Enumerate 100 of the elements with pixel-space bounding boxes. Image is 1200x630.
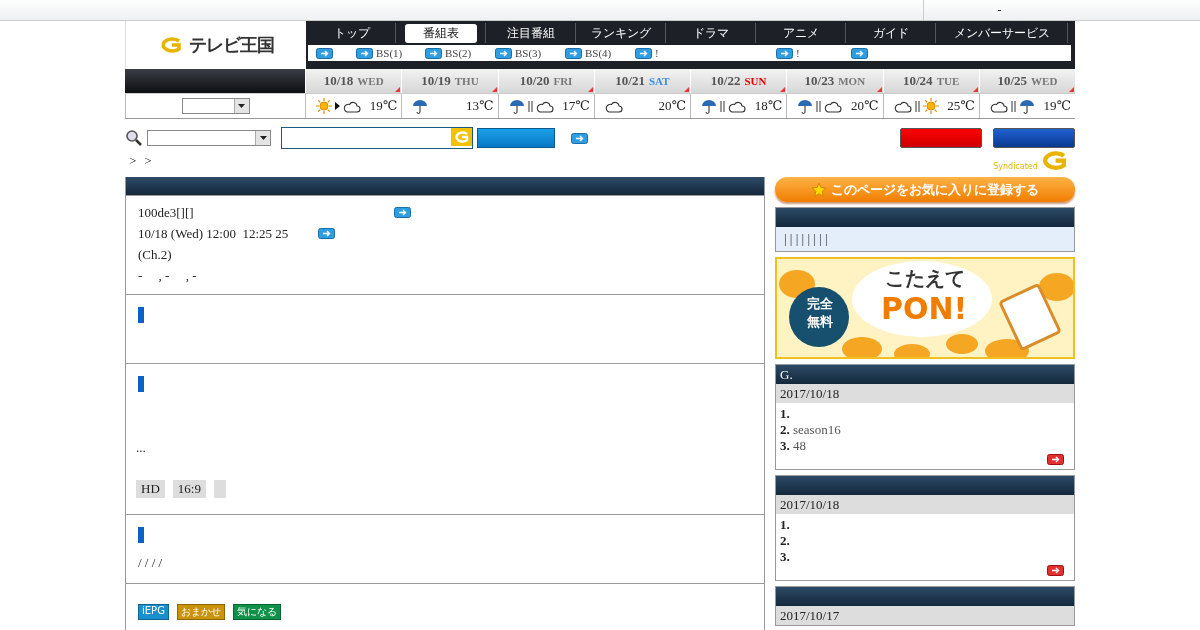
date-tab[interactable]: 10/22 SUN: [690, 69, 787, 93]
umbrella-icon: [701, 98, 717, 114]
dropdown-arrow-icon: [238, 104, 245, 108]
section-marker: [138, 376, 144, 392]
g-logo-icon: [451, 128, 472, 146]
date-tab[interactable]: 10/21 SAT: [593, 69, 690, 93]
triangle-icon: [335, 102, 340, 110]
banner-badge-text: 完全: [807, 295, 833, 313]
nav-tab[interactable]: アニメ: [782, 23, 819, 43]
double-bar-icon: [816, 100, 822, 112]
banner-logo: PON!: [881, 291, 968, 326]
ranking-date: 2017/10/18: [780, 496, 840, 513]
arrow-button[interactable]: [495, 47, 512, 59]
format-tag: 16:9: [172, 480, 206, 498]
program-title: 100de3[][]: [138, 204, 194, 221]
ranking-item[interactable]: 2. season16: [780, 422, 1070, 438]
section-marker: [138, 527, 144, 543]
arrow-button[interactable]: [316, 47, 333, 59]
nav-tab[interactable]: ドラマ: [692, 23, 729, 43]
date-tab[interactable]: 10/25 WED: [978, 69, 1075, 93]
channel-link[interactable]: BS(2): [445, 47, 472, 59]
nav-tab[interactable]: 番組表: [404, 23, 477, 43]
category-select[interactable]: [147, 130, 271, 146]
breadcrumb-separator: >: [144, 153, 152, 169]
channel-link[interactable]: BS(3): [515, 47, 542, 59]
channel-link[interactable]: BS(4): [585, 47, 612, 59]
search-button[interactable]: [477, 128, 555, 148]
nav-tab[interactable]: メンバーサービス: [953, 23, 1050, 43]
temperature: 17℃: [562, 98, 590, 114]
more-button[interactable]: [1047, 454, 1064, 465]
channel-link[interactable]: !: [655, 47, 659, 59]
date-tab[interactable]: 10/19 THU: [401, 69, 498, 93]
program-time: 10/18 (Wed) 12:00 12:25 25: [138, 225, 289, 242]
temperature: 13℃: [465, 98, 494, 114]
site-logo[interactable]: テレビ王国: [188, 33, 274, 57]
cloud-icon: [824, 99, 843, 113]
double-bar-icon: [527, 100, 533, 112]
nav-tab[interactable]: 注目番組: [506, 23, 555, 43]
date-tab[interactable]: 10/24 TUE: [882, 69, 979, 93]
cloud-icon: [535, 99, 554, 113]
cloud-icon: [604, 99, 623, 113]
format-tag: HD: [136, 480, 165, 498]
credits-text: / / / /: [138, 555, 164, 571]
ranking-item[interactable]: 2.: [780, 533, 1070, 549]
breadcrumb-separator: >: [129, 153, 137, 169]
double-bar-icon: [720, 100, 725, 112]
nav-tab[interactable]: ランキング: [590, 23, 651, 43]
description-text: ...: [136, 440, 147, 456]
star-icon: [811, 181, 827, 198]
ad-banner[interactable]: こたえて 完全 無料 PON!: [775, 257, 1075, 359]
action-button[interactable]: iEPG: [138, 604, 169, 620]
channel-text: (Ch.2): [138, 246, 172, 263]
banner-badge-text: 無料: [807, 313, 833, 331]
more-button[interactable]: [1047, 565, 1064, 576]
section-marker: [138, 307, 144, 323]
temperature: 20℃: [658, 98, 686, 114]
ranking-item[interactable]: 3.: [780, 549, 1070, 565]
genre-links[interactable]: | | | | | | | |: [784, 231, 828, 247]
arrow-button[interactable]: [318, 228, 336, 239]
cast-text: - , - , -: [138, 267, 197, 284]
ranking-date: 2017/10/17: [780, 607, 840, 624]
ranking-item[interactable]: 3. 48: [780, 438, 1070, 454]
arrow-button[interactable]: [425, 47, 442, 59]
cloud-icon: [343, 99, 361, 113]
arrow-button[interactable]: [571, 132, 588, 144]
ranking-date: 2017/10/18: [780, 385, 840, 402]
arrow-button[interactable]: [565, 47, 582, 59]
double-bar-icon: [1010, 100, 1016, 112]
arrow-button[interactable]: [776, 47, 793, 59]
channel-link[interactable]: !: [796, 47, 800, 59]
arrow-button[interactable]: [851, 47, 868, 59]
ranking-item[interactable]: 1.: [780, 517, 1070, 533]
temperature: 25℃: [947, 98, 975, 114]
top-bar-text: -: [923, 0, 1075, 20]
arrow-button[interactable]: [356, 47, 373, 59]
search-field[interactable]: [281, 127, 473, 149]
umbrella-icon: [797, 98, 814, 114]
arrow-button[interactable]: [635, 47, 652, 59]
date-tab[interactable]: 10/23 MON: [786, 69, 883, 93]
temperature: 20℃: [850, 98, 879, 114]
region-select[interactable]: [181, 98, 250, 114]
date-tab[interactable]: 10/18 WED: [305, 69, 402, 93]
nav-tab[interactable]: ガイド: [872, 23, 909, 43]
temperature: 19℃: [1043, 98, 1071, 114]
channel-link[interactable]: BS(1): [376, 47, 403, 59]
cloud-icon: [728, 99, 746, 113]
blank-tag: [213, 480, 226, 498]
date-tab[interactable]: 10/20 FRI: [497, 69, 594, 93]
dropdown-arrow-icon: [259, 136, 267, 140]
cloud-icon: [893, 99, 912, 113]
arrow-button[interactable]: [393, 207, 411, 218]
panel-title: G.: [780, 366, 793, 383]
action-button[interactable]: 気になる: [232, 604, 281, 620]
temperature: 18℃: [754, 98, 783, 114]
temperature: 19℃: [369, 98, 398, 114]
cloud-icon: [989, 99, 1008, 113]
nav-tab[interactable]: トップ: [333, 23, 370, 43]
banner-headline: こたえて: [885, 265, 965, 292]
syndicated-label: Syndicated: [993, 161, 1038, 171]
ranking-item[interactable]: 1.: [780, 406, 1070, 422]
